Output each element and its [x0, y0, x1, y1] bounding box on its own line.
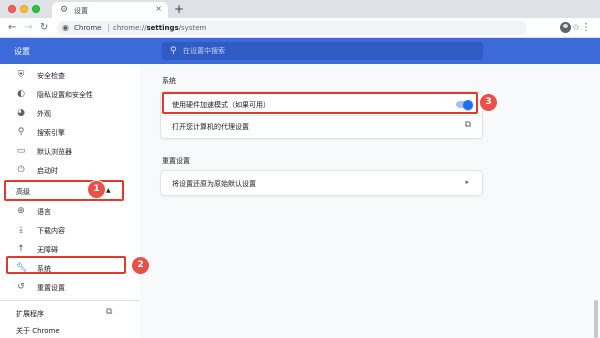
proxy-settings-label: 打开您计算机的代理设置	[172, 123, 249, 131]
sidebar-item-label: 安全检查	[37, 72, 65, 80]
sidebar-item-label: 无障碍	[37, 246, 58, 254]
annotation-box-hardware-acceleration	[162, 92, 478, 114]
settings-search-input[interactable]: ⚲ 在设置中搜索	[162, 42, 483, 60]
restore-defaults-label: 将设置还原为原始默认设置	[172, 180, 256, 188]
page-title: 设置	[14, 47, 30, 56]
sidebar-item-downloads[interactable]: ⤓ 下载内容	[0, 220, 140, 240]
accessibility-icon: ☨	[18, 244, 24, 254]
sidebar-item-label: 外观	[37, 110, 51, 118]
extensions-label: 扩展程序	[16, 310, 44, 318]
sidebar-item-label: 搜索引擎	[37, 129, 65, 137]
site-chip-label: Chrome	[74, 24, 102, 32]
address-bar[interactable]: ◉ Chrome chrome://settings/system ☆	[57, 21, 580, 35]
settings-sidebar: ⛨ 安全检查 ◐ 隐私设置和安全性 ◕ 外观 ⚲ 搜索引擎 ▭ 默认浏览器 ⏻ …	[0, 64, 140, 338]
sidebar-item-privacy[interactable]: ◐ 隐私设置和安全性	[0, 84, 140, 104]
url-path: /system	[178, 24, 207, 32]
url-text[interactable]: chrome://settings/system	[113, 23, 206, 33]
minimize-window-button[interactable]	[20, 5, 28, 13]
tab-title: 设置	[74, 7, 88, 15]
power-icon: ⏻	[17, 165, 25, 175]
page-scrollbar[interactable]	[594, 300, 598, 338]
system-section-title: 系统	[162, 77, 176, 85]
sidebar-item-search-engine[interactable]: ⚲ 搜索引擎	[0, 122, 140, 142]
privacy-shield-icon: ◐	[17, 89, 25, 99]
tab-close-icon[interactable]: ×	[155, 4, 162, 13]
annotation-box-system	[6, 256, 126, 274]
close-window-button[interactable]	[8, 5, 16, 13]
reset-icon: ↺	[17, 282, 25, 292]
maximize-window-button[interactable]	[32, 5, 40, 13]
reset-card: 将设置还原为原始默认设置 ▸	[161, 171, 482, 195]
bookmark-star-icon[interactable]: ☆	[572, 24, 580, 33]
chrome-site-icon: ◉	[62, 23, 69, 32]
sidebar-divider	[0, 300, 140, 301]
back-button[interactable]: ←	[8, 21, 16, 35]
sidebar-item-reset[interactable]: ↺ 重置设置	[0, 277, 140, 297]
annotation-box-advanced	[4, 180, 124, 201]
sidebar-item-safety-check[interactable]: ⛨ 安全检查	[0, 65, 140, 85]
new-tab-button[interactable]: +	[174, 2, 184, 16]
sidebar-item-label: 隐私设置和安全性	[37, 91, 93, 99]
forward-button[interactable]: →	[24, 21, 32, 35]
restore-defaults-row[interactable]: 将设置还原为原始默认设置 ▸	[161, 172, 482, 194]
sidebar-item-label: 下载内容	[37, 227, 65, 235]
download-icon: ⤓	[19, 225, 23, 235]
sidebar-item-label: 启动时	[37, 167, 58, 175]
globe-icon: ⊕	[17, 206, 25, 216]
search-icon: ⚲	[17, 127, 25, 137]
open-in-new-icon: ⧉	[464, 120, 471, 130]
url-scheme: chrome://	[113, 24, 147, 32]
proxy-settings-row[interactable]: 打开您计算机的代理设置 ⧉	[161, 115, 482, 137]
sidebar-item-languages[interactable]: ⊕ 语言	[0, 201, 140, 221]
search-placeholder: 在设置中搜索	[183, 47, 225, 55]
annotation-callout-2: 2	[132, 257, 149, 274]
sidebar-item-on-startup[interactable]: ⏻ 启动时	[0, 160, 140, 180]
reload-button[interactable]: ↻	[40, 21, 48, 35]
gear-icon: ⚙	[60, 5, 69, 15]
sidebar-item-label: 语言	[37, 208, 51, 216]
settings-header: 设置 ⚲ 在设置中搜索	[0, 38, 600, 64]
palette-icon: ◕	[17, 108, 25, 118]
annotation-callout-3: 3	[480, 94, 497, 111]
search-icon: ⚲	[170, 46, 177, 56]
omnibox-separator	[108, 24, 109, 32]
shield-icon: ⛨	[17, 70, 25, 80]
sidebar-item-label: 重置设置	[37, 284, 65, 292]
about-chrome-label: 关于 Chrome	[16, 327, 60, 335]
tab-settings[interactable]: ⚙ 设置 ×	[52, 2, 168, 18]
browser-icon: ▭	[16, 146, 26, 156]
sidebar-item-label: 默认浏览器	[37, 148, 72, 156]
open-in-new-icon: ⧉	[106, 307, 113, 317]
profile-avatar[interactable]	[560, 22, 571, 33]
annotation-callout-1: 1	[88, 181, 105, 198]
sidebar-item-about-chrome[interactable]: 关于 Chrome	[0, 320, 140, 338]
reset-section-title: 重置设置	[162, 157, 190, 165]
browser-toolbar: ← → ↻ ◉ Chrome chrome://settings/system …	[0, 18, 600, 38]
chevron-right-icon: ▸	[465, 178, 469, 186]
tab-bar: ⚙ 设置 × +	[0, 0, 600, 18]
sidebar-item-appearance[interactable]: ◕ 外观	[0, 103, 140, 123]
sidebar-item-default-browser[interactable]: ▭ 默认浏览器	[0, 141, 140, 161]
url-host: settings	[146, 24, 179, 32]
more-menu-icon[interactable]: ⋮	[581, 21, 591, 35]
